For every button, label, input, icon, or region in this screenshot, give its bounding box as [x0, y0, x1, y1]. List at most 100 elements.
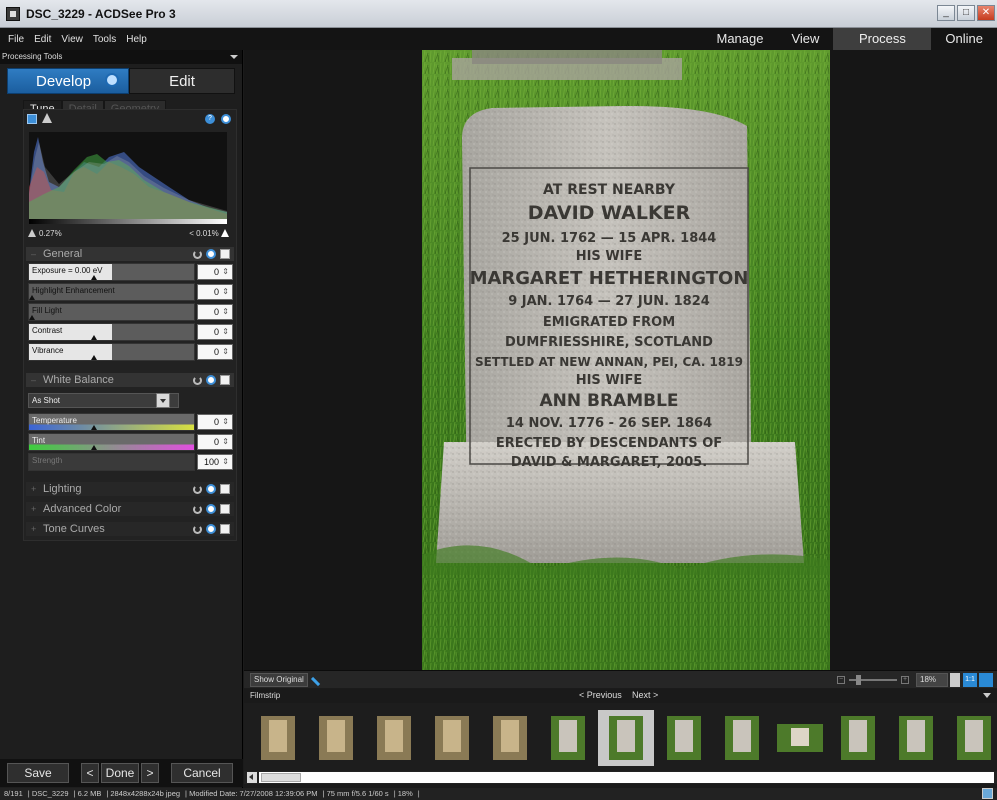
mode-tab-manage[interactable]: Manage: [702, 28, 777, 50]
collapse-icon[interactable]: –: [31, 376, 39, 385]
temperature-slider[interactable]: Temperature: [28, 413, 195, 431]
filmstrip-thumbnail[interactable]: [540, 710, 596, 766]
contrast-value[interactable]: 0: [197, 324, 233, 340]
menu-tools[interactable]: Tools: [93, 34, 116, 45]
gear-icon[interactable]: [206, 484, 216, 494]
develop-settings-icon[interactable]: [105, 73, 119, 87]
slider-handle[interactable]: [91, 335, 97, 340]
slider-handle[interactable]: [91, 445, 97, 450]
status-icon[interactable]: [982, 788, 993, 799]
zoom-in-button[interactable]: +: [901, 676, 909, 684]
group-tone-curves[interactable]: + Tone Curves: [26, 522, 234, 536]
help-icon[interactable]: ?: [205, 114, 215, 124]
image-viewer[interactable]: AT REST NEARBY DAVID WALKER 25 JUN. 1762 —…: [244, 50, 997, 670]
photo-preview[interactable]: AT REST NEARBY DAVID WALKER 25 JUN. 1762 —…: [422, 50, 830, 670]
chevron-down-icon[interactable]: [230, 55, 238, 59]
zoom-dropdown[interactable]: [950, 673, 960, 687]
tint-slider[interactable]: Tint: [28, 433, 195, 451]
filmstrip-thumbnail[interactable]: [714, 710, 770, 766]
group-lighting[interactable]: + Lighting: [26, 482, 234, 496]
enable-checkbox[interactable]: [220, 249, 230, 259]
options-icon[interactable]: [221, 114, 231, 124]
shadow-warning-icon[interactable]: [28, 229, 36, 237]
filmstrip-thumbnail[interactable]: [482, 710, 538, 766]
gear-icon[interactable]: [206, 375, 216, 385]
mode-tab-online[interactable]: Online: [931, 28, 997, 50]
fit-view-button[interactable]: [979, 673, 993, 687]
scroll-left-button[interactable]: [247, 772, 257, 783]
enable-checkbox[interactable]: [220, 484, 230, 494]
enable-checkbox[interactable]: [220, 504, 230, 514]
cancel-button[interactable]: Cancel: [171, 763, 233, 783]
filmstrip-thumbnail[interactable]: [598, 710, 654, 766]
zoom-slider-handle[interactable]: [856, 675, 861, 685]
minimize-button[interactable]: _: [937, 5, 955, 21]
filmstrip-thumbnail[interactable]: [308, 710, 364, 766]
menu-edit[interactable]: Edit: [34, 34, 51, 45]
maximize-button[interactable]: □: [957, 5, 975, 21]
slider-handle[interactable]: [29, 315, 35, 320]
exposure-value[interactable]: 0: [197, 264, 233, 280]
filmstrip-thumbnail[interactable]: [424, 710, 480, 766]
save-button[interactable]: Save: [7, 763, 69, 783]
filmstrip-thumbnail[interactable]: [772, 710, 828, 766]
menu-view[interactable]: View: [61, 34, 83, 45]
group-advanced-color[interactable]: + Advanced Color: [26, 502, 234, 516]
slider-handle[interactable]: [91, 275, 97, 280]
slider-handle[interactable]: [29, 295, 35, 300]
reset-icon[interactable]: [193, 484, 202, 494]
histogram-channel-icon[interactable]: [27, 114, 37, 124]
enable-checkbox[interactable]: [220, 524, 230, 534]
exposure-slider[interactable]: Exposure = 0.00 eV: [28, 263, 195, 281]
highlight-enhancement-slider[interactable]: Highlight Enhancement: [28, 283, 195, 301]
menu-file[interactable]: File: [8, 34, 24, 45]
reset-icon[interactable]: [193, 524, 202, 534]
mode-tab-process[interactable]: Process: [833, 28, 932, 50]
reset-icon[interactable]: [193, 249, 202, 259]
next-link[interactable]: Next >: [632, 690, 658, 700]
temperature-value[interactable]: 0: [197, 414, 233, 430]
gear-icon[interactable]: [206, 504, 216, 514]
reset-icon[interactable]: [193, 375, 202, 385]
collapse-icon[interactable]: –: [31, 250, 39, 259]
actual-size-button[interactable]: 1:1: [963, 673, 977, 687]
enable-checkbox[interactable]: [220, 375, 230, 385]
show-original-button[interactable]: Show Original: [250, 673, 308, 687]
zoom-level-field[interactable]: 18%: [916, 673, 948, 687]
filmstrip-thumbnail[interactable]: [366, 710, 422, 766]
scroll-thumb[interactable]: [261, 773, 301, 782]
fill-light-value[interactable]: 0: [197, 304, 233, 320]
strength-value[interactable]: 100: [197, 454, 233, 470]
edit-button[interactable]: Edit: [129, 68, 235, 94]
chevron-down-icon[interactable]: [156, 393, 170, 408]
vibrance-value[interactable]: 0: [197, 344, 233, 360]
group-general[interactable]: – General: [26, 247, 234, 261]
clipping-warning-icon[interactable]: [42, 113, 52, 123]
filmstrip-thumbnail[interactable]: [250, 710, 306, 766]
scroll-track[interactable]: [259, 772, 994, 783]
chevron-down-icon[interactable]: [983, 693, 991, 698]
filmstrip-thumbnail[interactable]: [888, 710, 944, 766]
expand-icon[interactable]: +: [31, 525, 39, 534]
zoom-out-button[interactable]: −: [837, 676, 845, 684]
filmstrip-thumbnail[interactable]: [830, 710, 886, 766]
filmstrip-scrollbar[interactable]: [244, 771, 997, 784]
next-image-button[interactable]: >: [141, 763, 159, 783]
gear-icon[interactable]: [206, 249, 216, 259]
contrast-slider[interactable]: Contrast: [28, 323, 195, 341]
magic-wand-icon[interactable]: [310, 671, 326, 687]
group-white-balance[interactable]: – White Balance: [26, 373, 234, 387]
mode-tab-view[interactable]: View: [777, 28, 833, 50]
tint-value[interactable]: 0: [197, 434, 233, 450]
filmstrip-thumbnail[interactable]: [656, 710, 712, 766]
expand-icon[interactable]: +: [31, 505, 39, 514]
done-button[interactable]: Done: [101, 763, 139, 783]
slider-handle[interactable]: [91, 355, 97, 360]
fill-light-slider[interactable]: Fill Light: [28, 303, 195, 321]
slider-handle[interactable]: [91, 425, 97, 430]
previous-image-button[interactable]: <: [81, 763, 99, 783]
strength-slider[interactable]: Strength: [28, 453, 195, 471]
menu-help[interactable]: Help: [126, 34, 147, 45]
previous-link[interactable]: < Previous: [579, 690, 622, 700]
close-button[interactable]: ✕: [977, 5, 995, 21]
